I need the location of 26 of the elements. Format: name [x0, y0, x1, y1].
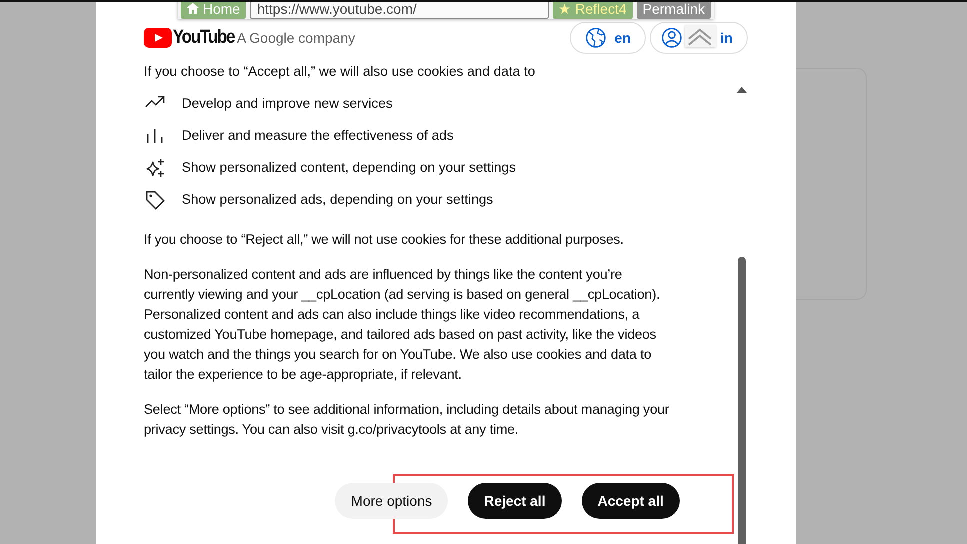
- double-chevron-icon: [685, 25, 716, 47]
- scrollbar-thumb[interactable]: [738, 257, 746, 544]
- tag-icon: [144, 189, 166, 211]
- purpose-text: Develop and improve new services: [182, 95, 393, 113]
- intro-text: If you choose to “Accept all,” we will also use cookies and data to: [144, 63, 536, 81]
- purpose-text: Show personalized ads, depending on your settings: [182, 191, 494, 209]
- language-button[interactable]: en: [570, 22, 646, 54]
- sparkle-icon: [144, 157, 166, 179]
- subtitle: A Google company: [237, 30, 356, 46]
- paragraph: Select “More options” to see additional information, including details about managing your privacy settings. You can also visit g.co/privacytools at any time.: [144, 401, 670, 439]
- logo-icon: [144, 28, 172, 48]
- paragraph: If you choose to “Reject all,” we will not use cookies for these additional purposes.: [144, 231, 625, 249]
- purpose-text: Deliver and measure the effectiveness of ads: [182, 127, 454, 145]
- paragraph: Non-personalized content and ads are influenced by things like the content you’re currently viewing and your __cpLocation (ad serving is based on general __cpLocation). Personalized content and ads can also include things like video recommendations, a customized YouTube homepage, and tailored ads based on past activity, like the videos you watch and the things you search for on YouTube. We also use cookies and data to tailor the experience to be age-appropriate, if relevant.: [144, 266, 662, 384]
- globe-icon: [584, 27, 607, 49]
- scroll-up-icon[interactable]: [736, 86, 748, 94]
- permalink-button[interactable]: Permalink: [636, 2, 711, 18]
- logo-text: YouTube: [173, 27, 235, 49]
- home-icon: [187, 3, 199, 14]
- url-field[interactable]: https://www.youtube.com/: [250, 2, 548, 18]
- purpose-text: Show personalized content, depending on your settings: [182, 159, 516, 177]
- more-options-button[interactable]: More options: [335, 483, 448, 519]
- action-button[interactable]: Accept all: [582, 483, 680, 519]
- account-icon: [661, 27, 683, 49]
- action-button[interactable]: Reject all: [468, 483, 562, 519]
- sign-in-button[interactable]: in: [650, 22, 748, 54]
